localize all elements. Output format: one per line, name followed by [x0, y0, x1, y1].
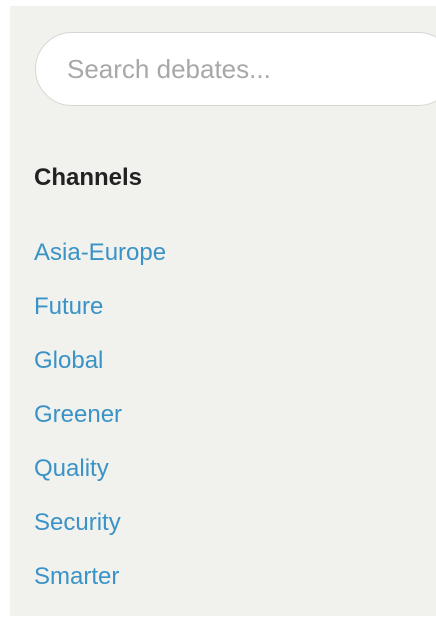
channel-item-asia-europe: Asia-Europe [34, 232, 166, 286]
channel-link-quality[interactable]: Quality [34, 455, 109, 482]
channel-item-global: Global [34, 340, 166, 394]
channels-heading: Channels [34, 164, 143, 191]
channel-item-security: Security [34, 502, 166, 556]
channel-item-quality: Quality [34, 448, 166, 502]
channel-item-greener: Greener [34, 394, 166, 448]
channel-link-security[interactable]: Security [34, 509, 121, 536]
channel-link-greener[interactable]: Greener [34, 401, 122, 428]
channel-item-smarter: Smarter [34, 556, 166, 610]
channel-link-asia-europe[interactable]: Asia-Europe [34, 239, 166, 266]
channel-link-future[interactable]: Future [34, 293, 103, 320]
sidebar: Channels Asia-Europe Future Global Green… [10, 6, 436, 616]
channel-list: Asia-Europe Future Global Greener Qualit… [34, 232, 166, 610]
channel-item-future: Future [34, 286, 166, 340]
channel-link-global[interactable]: Global [34, 347, 103, 374]
channel-link-smarter[interactable]: Smarter [34, 563, 119, 590]
search-input[interactable] [35, 32, 436, 106]
